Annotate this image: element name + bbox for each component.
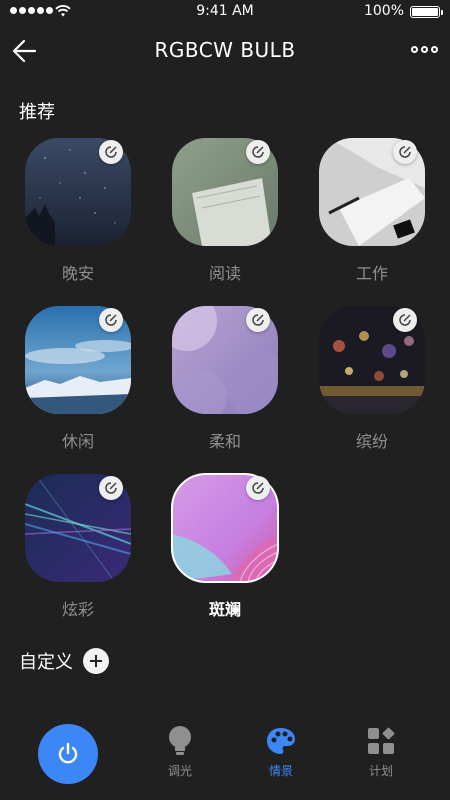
add-custom-scene-button[interactable]	[83, 648, 109, 674]
custom-section: 自定义	[19, 648, 109, 674]
power-icon	[58, 742, 78, 764]
edit-icon[interactable]	[99, 476, 123, 500]
scene-label: 柔和	[208, 432, 241, 451]
scene-work[interactable]: 工作	[317, 138, 427, 284]
tab-label: 计划	[368, 764, 393, 778]
tab-bar: 调光 情景 计划	[0, 712, 450, 800]
edit-icon[interactable]	[393, 140, 417, 164]
tab-schedule[interactable]: 计划	[351, 724, 411, 779]
battery-icon	[410, 6, 443, 18]
scene-leisure[interactable]: 休闲	[23, 306, 133, 452]
nav-bar: RGBCW BULB	[0, 24, 450, 76]
edit-icon[interactable]	[99, 308, 123, 332]
edit-icon[interactable]	[246, 308, 270, 332]
edit-icon[interactable]	[393, 308, 417, 332]
tab-scenes[interactable]: 情景	[251, 724, 311, 779]
edit-icon[interactable]	[246, 140, 270, 164]
plus-icon	[90, 655, 102, 667]
scene-soft[interactable]: 柔和	[170, 306, 280, 452]
schedule-icon	[368, 727, 395, 754]
edit-icon[interactable]	[99, 140, 123, 164]
edit-icon[interactable]	[246, 476, 270, 500]
battery-percent: 100%	[363, 3, 404, 19]
scene-label: 斑斓	[208, 600, 241, 619]
page-title: RGBCW BULB	[154, 38, 296, 62]
status-bar: 9:41 AM 100%	[0, 0, 450, 24]
scene-label: 缤纷	[355, 432, 388, 451]
power-button[interactable]	[38, 724, 98, 784]
scene-label: 晚安	[61, 264, 94, 283]
palette-icon	[267, 728, 295, 754]
tab-label: 调光	[167, 764, 192, 778]
scene-reading[interactable]: 阅读	[170, 138, 280, 284]
scene-gorgeous[interactable]: 斑斓	[170, 473, 280, 620]
custom-section-title: 自定义	[19, 652, 73, 673]
recommended-section-title: 推荐	[19, 102, 55, 123]
scene-dazzle[interactable]: 炫彩	[23, 474, 133, 620]
tab-label: 情景	[268, 764, 293, 778]
bulb-icon	[169, 726, 191, 755]
scene-label: 休闲	[61, 432, 94, 451]
tab-dimming[interactable]: 调光	[150, 724, 210, 779]
scene-goodnight[interactable]: 晚安	[23, 138, 133, 284]
scene-colorful[interactable]: 缤纷	[317, 306, 427, 452]
more-options-icon[interactable]	[408, 38, 440, 60]
scene-label: 炫彩	[61, 600, 94, 619]
scene-label: 工作	[355, 264, 388, 283]
scene-label: 阅读	[208, 264, 241, 283]
